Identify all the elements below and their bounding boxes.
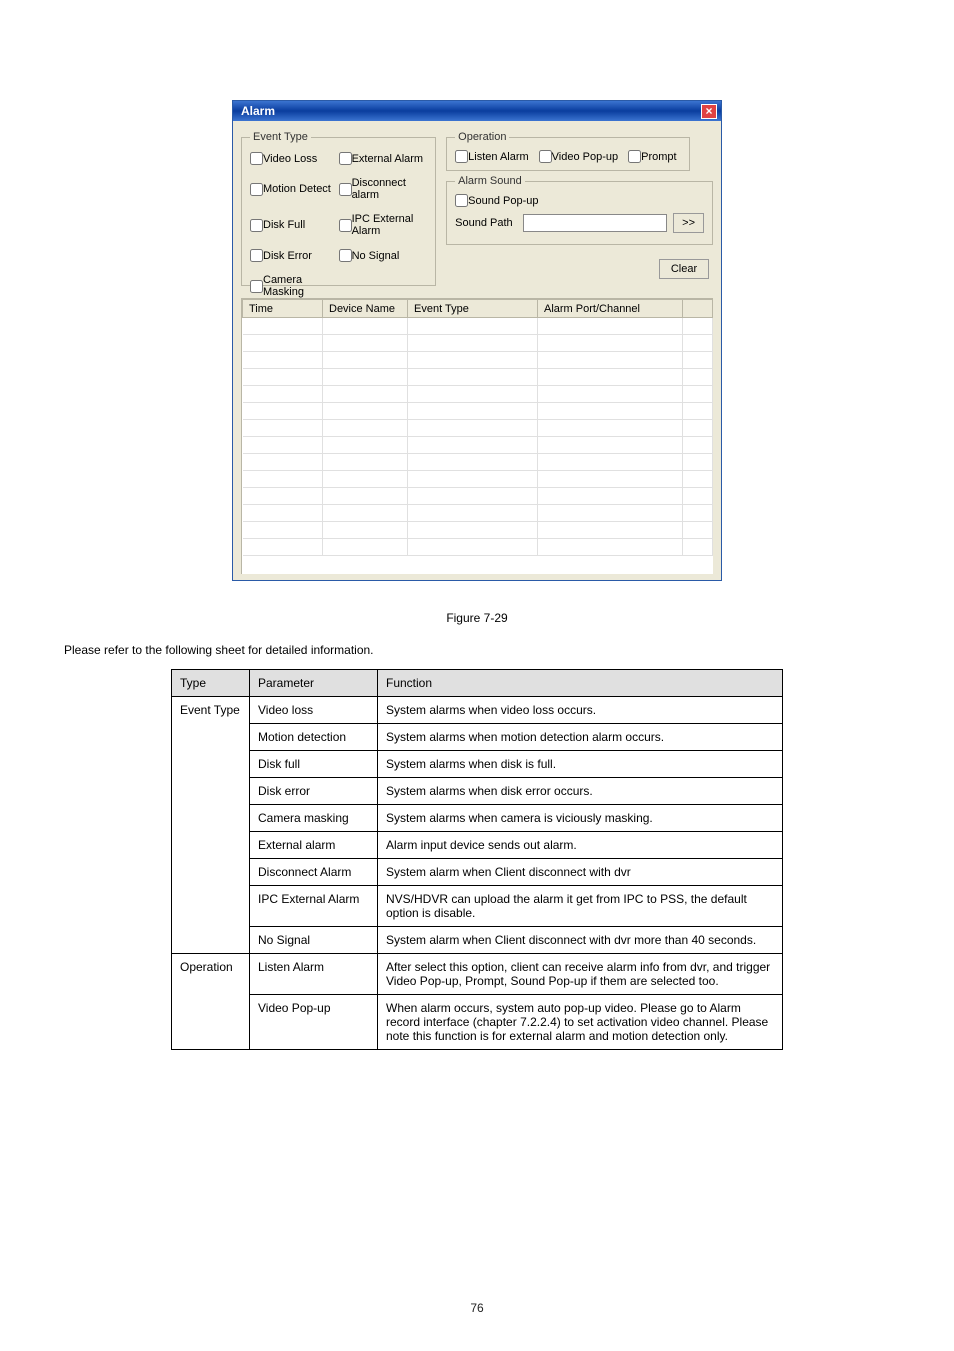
table-row <box>243 318 713 335</box>
alarm-sound-legend: Alarm Sound <box>455 175 525 187</box>
dialog-titlebar: Alarm × <box>233 101 721 121</box>
info-table: Type Parameter Function Event TypeVideo … <box>171 669 783 1050</box>
info-param-cell: IPC External Alarm <box>250 886 378 927</box>
table-row <box>243 335 713 352</box>
info-param-cell: Listen Alarm <box>250 954 378 995</box>
info-param-cell: Disk full <box>250 751 378 778</box>
info-row: No SignalSystem alarm when Client discon… <box>172 927 783 954</box>
chk-ipc-external[interactable]: IPC External Alarm <box>339 213 428 237</box>
refer-text: Please refer to the following sheet for … <box>60 643 894 657</box>
info-type-cell: Operation <box>172 954 250 1050</box>
info-row: Disk errorSystem alarms when disk error … <box>172 778 783 805</box>
info-param-cell: Video Pop-up <box>250 995 378 1050</box>
info-row: Camera maskingSystem alarms when camera … <box>172 805 783 832</box>
figure-caption: Figure 7-29 <box>60 611 894 625</box>
table-row <box>243 539 713 556</box>
th-event[interactable]: Event Type <box>408 300 538 318</box>
chk-sound-popup[interactable]: Sound Pop-up <box>455 194 704 207</box>
table-row <box>243 454 713 471</box>
page-number: 76 <box>0 1301 954 1315</box>
close-icon[interactable]: × <box>701 104 717 119</box>
event-type-legend: Event Type <box>250 131 311 143</box>
table-row <box>243 420 713 437</box>
th-spacer <box>683 300 713 318</box>
chk-prompt[interactable]: Prompt <box>628 150 676 163</box>
info-param-cell: Motion detection <box>250 724 378 751</box>
info-func-cell: System alarm when Client disconnect with… <box>378 927 783 954</box>
chk-video-loss[interactable]: Video Loss <box>250 152 339 165</box>
info-row: External alarmAlarm input device sends o… <box>172 832 783 859</box>
info-row: Video Pop-upWhen alarm occurs, system au… <box>172 995 783 1050</box>
alarm-dialog: Alarm × Event Type Video Loss External A… <box>232 100 722 581</box>
info-param-cell: Camera masking <box>250 805 378 832</box>
info-row: IPC External AlarmNVS/HDVR can upload th… <box>172 886 783 927</box>
table-row <box>243 522 713 539</box>
info-row: Disk fullSystem alarms when disk is full… <box>172 751 783 778</box>
info-func-cell: After select this option, client can rec… <box>378 954 783 995</box>
info-row: Event TypeVideo lossSystem alarms when v… <box>172 697 783 724</box>
chk-disconnect-alarm[interactable]: Disconnect alarm <box>339 177 428 201</box>
ih-type: Type <box>172 670 250 697</box>
info-func-cell: System alarms when video loss occurs. <box>378 697 783 724</box>
clear-button[interactable]: Clear <box>659 259 709 279</box>
info-param-cell: No Signal <box>250 927 378 954</box>
info-param-cell: Disk error <box>250 778 378 805</box>
table-row <box>243 488 713 505</box>
chk-listen-alarm[interactable]: Listen Alarm <box>455 150 529 163</box>
info-func-cell: NVS/HDVR can upload the alarm it get fro… <box>378 886 783 927</box>
dialog-body: Event Type Video Loss External Alarm Mot… <box>233 121 721 580</box>
operation-group: Operation Listen Alarm Video Pop-up Prom… <box>446 131 690 171</box>
sound-path-label: Sound Path <box>455 217 517 229</box>
table-row <box>243 403 713 420</box>
info-func-cell: System alarms when disk error occurs. <box>378 778 783 805</box>
chk-camera-masking[interactable]: Camera Masking <box>250 274 339 298</box>
info-func-cell: When alarm occurs, system auto pop-up vi… <box>378 995 783 1050</box>
table-row <box>243 386 713 403</box>
info-row: Motion detectionSystem alarms when motio… <box>172 724 783 751</box>
table-row <box>243 369 713 386</box>
info-func-cell: System alarms when disk is full. <box>378 751 783 778</box>
info-param-cell: Video loss <box>250 697 378 724</box>
table-row <box>243 437 713 454</box>
alarm-log-rows <box>243 318 713 556</box>
info-func-cell: Alarm input device sends out alarm. <box>378 832 783 859</box>
chk-external-alarm[interactable]: External Alarm <box>339 152 428 165</box>
browse-button[interactable]: >> <box>673 213 704 233</box>
chk-disk-error[interactable]: Disk Error <box>250 249 339 262</box>
alarm-sound-group: Alarm Sound Sound Pop-up Sound Path >> <box>446 175 713 245</box>
ih-func: Function <box>378 670 783 697</box>
operation-legend: Operation <box>455 131 509 143</box>
th-port[interactable]: Alarm Port/Channel <box>538 300 683 318</box>
table-row <box>243 505 713 522</box>
th-device[interactable]: Device Name <box>323 300 408 318</box>
dialog-title: Alarm <box>241 104 275 118</box>
chk-no-signal[interactable]: No Signal <box>339 249 428 262</box>
info-type-cell: Event Type <box>172 697 250 954</box>
sound-path-input[interactable] <box>523 214 667 232</box>
chk-motion-detect[interactable]: Motion Detect <box>250 177 339 201</box>
info-row: Disconnect AlarmSystem alarm when Client… <box>172 859 783 886</box>
info-func-cell: System alarms when camera is viciously m… <box>378 805 783 832</box>
ih-param: Parameter <box>250 670 378 697</box>
th-time[interactable]: Time <box>243 300 323 318</box>
info-param-cell: Disconnect Alarm <box>250 859 378 886</box>
table-row <box>243 471 713 488</box>
chk-disk-full[interactable]: Disk Full <box>250 213 339 237</box>
alarm-log-table: Time Device Name Event Type Alarm Port/C… <box>241 298 713 574</box>
table-row <box>243 352 713 369</box>
event-type-group: Event Type Video Loss External Alarm Mot… <box>241 131 436 286</box>
chk-video-popup[interactable]: Video Pop-up <box>539 150 618 163</box>
info-param-cell: External alarm <box>250 832 378 859</box>
info-row: OperationListen AlarmAfter select this o… <box>172 954 783 995</box>
info-func-cell: System alarm when Client disconnect with… <box>378 859 783 886</box>
info-func-cell: System alarms when motion detection alar… <box>378 724 783 751</box>
